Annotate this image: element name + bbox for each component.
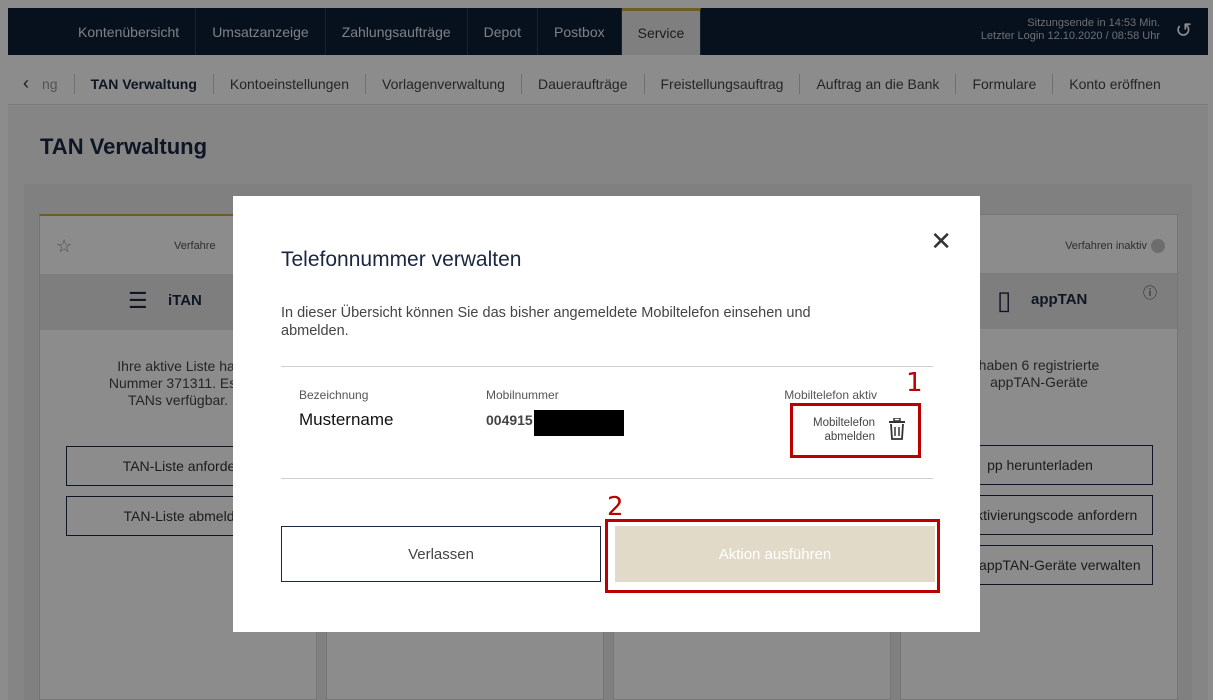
phone-number-value: 004915 — [486, 412, 533, 428]
column-label-name: Bezeichnung — [299, 388, 369, 402]
column-label-active: Mobiltelefon aktiv — [784, 388, 877, 402]
annotation-number-1: 1 — [906, 368, 923, 398]
redaction-bar — [534, 410, 624, 436]
annotation-number-2: 2 — [607, 492, 624, 522]
annotation-box-2 — [605, 519, 940, 593]
leave-button[interactable]: Verlassen — [281, 526, 601, 582]
divider — [281, 478, 933, 479]
phone-label-value: Mustername — [299, 410, 394, 429]
dialog-description: In dieser Übersicht können Sie das bishe… — [281, 305, 811, 339]
dialog-title: Telefonnummer verwalten — [281, 248, 522, 271]
divider — [281, 366, 933, 367]
column-label-number: Mobilnummer — [486, 388, 559, 402]
close-icon[interactable]: ✕ — [930, 228, 952, 254]
annotation-box-1 — [790, 403, 921, 458]
